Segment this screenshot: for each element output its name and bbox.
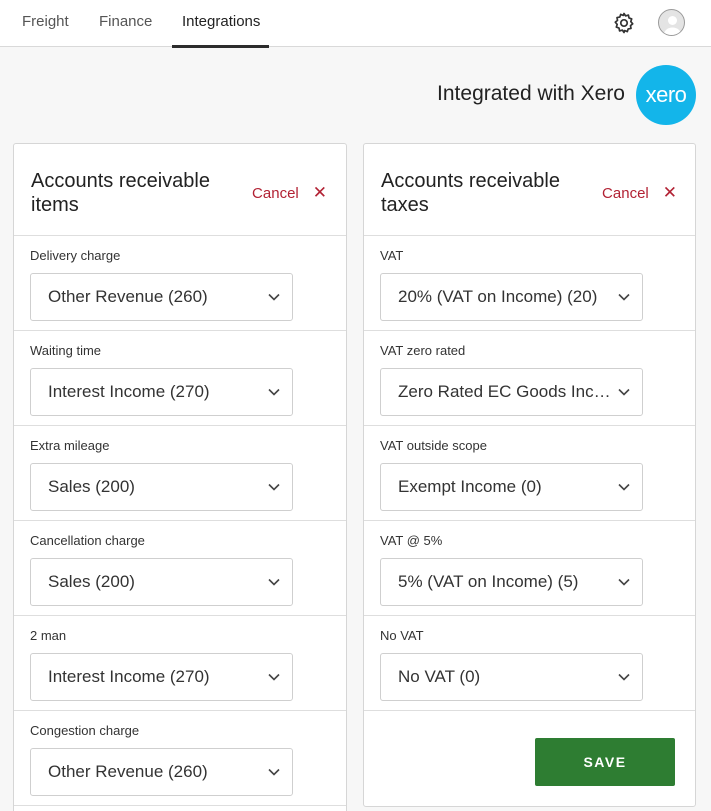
- chevron-down-icon: [268, 293, 280, 301]
- cancel-button[interactable]: Cancel ✕: [602, 183, 677, 203]
- user-icon: [663, 16, 682, 35]
- mapping-row: No VAT No VAT (0): [364, 616, 695, 711]
- row-label: Congestion charge: [30, 723, 140, 738]
- row-label: Extra mileage: [30, 438, 110, 453]
- row-label: VAT outside scope: [380, 438, 487, 453]
- row-label: 2 man: [30, 628, 67, 643]
- mapping-row: VAT outside scope Exempt Income (0): [364, 426, 695, 521]
- account-select[interactable]: No VAT (0): [380, 653, 643, 701]
- account-select[interactable]: Other Revenue (260): [30, 273, 293, 321]
- account-select[interactable]: Zero Rated EC Goods Income (0): [380, 368, 643, 416]
- select-value: No VAT (0): [398, 667, 481, 686]
- chevron-down-icon: [268, 768, 280, 776]
- select-value: Sales (200): [48, 477, 135, 496]
- xero-logo: xero: [636, 65, 696, 125]
- mapping-row: 2 man Interest Income (270): [14, 616, 346, 711]
- panel-title: Accounts receivable taxes: [381, 170, 560, 216]
- select-value: Other Revenue (260): [48, 762, 208, 781]
- account-select[interactable]: Other Revenue (260): [30, 748, 293, 796]
- mapping-row: Extra mileage Sales (200): [14, 426, 346, 521]
- chevron-down-icon: [268, 483, 280, 491]
- tab-integrations[interactable]: Integrations: [171, 0, 270, 48]
- mapping-row: VAT @ 5% 5% (VAT on Income) (5): [364, 521, 695, 616]
- account-select[interactable]: Sales (200): [30, 558, 293, 606]
- chevron-down-icon: [618, 673, 630, 681]
- integration-title: Integrated with Xero: [437, 82, 625, 105]
- mapping-row: Congestion charge Other Revenue (260): [14, 711, 346, 806]
- account-select[interactable]: Exempt Income (0): [380, 463, 643, 511]
- row-label: Waiting time: [30, 343, 102, 358]
- top-nav-bar: Freight Finance Integrations: [0, 0, 711, 48]
- cancel-button[interactable]: Cancel ✕: [252, 183, 327, 203]
- account-select[interactable]: Sales (200): [30, 463, 293, 511]
- xero-logo-text: xero: [645, 82, 687, 107]
- select-value: 20% (VAT on Income) (20): [398, 287, 598, 306]
- accounts-receivable-items-panel: Accounts receivable items Cancel ✕ Delive…: [13, 143, 347, 811]
- mapping-row: Delivery charge Other Revenue (260): [14, 236, 346, 331]
- account-select[interactable]: Interest Income (270): [30, 653, 293, 701]
- row-label: Delivery charge: [30, 248, 121, 263]
- cancel-label: Cancel: [252, 185, 299, 202]
- user-avatar[interactable]: [658, 9, 685, 36]
- mapping-row: Waiting time Interest Income (270): [14, 331, 346, 426]
- accounts-receivable-taxes-panel: Accounts receivable taxes Cancel ✕ VAT 20…: [363, 143, 696, 807]
- select-value: Interest Income (270): [48, 382, 210, 401]
- row-label: VAT @ 5%: [380, 533, 443, 548]
- panel-header: Accounts receivable items Cancel ✕: [14, 144, 346, 236]
- chevron-down-icon: [268, 578, 280, 586]
- chevron-down-icon: [618, 293, 630, 301]
- chevron-down-icon: [618, 578, 630, 586]
- close-icon: ✕: [662, 183, 677, 202]
- cancel-label: Cancel: [602, 185, 649, 202]
- tab-finance[interactable]: Finance: [99, 0, 152, 47]
- chevron-down-icon: [268, 388, 280, 396]
- panel-header: Accounts receivable taxes Cancel ✕: [364, 144, 695, 236]
- chevron-down-icon: [618, 388, 630, 396]
- account-select[interactable]: 5% (VAT on Income) (5): [380, 558, 643, 606]
- select-value: 5% (VAT on Income) (5): [398, 572, 579, 591]
- gear-icon[interactable]: [612, 11, 636, 35]
- row-label: VAT zero rated: [380, 343, 466, 358]
- account-select[interactable]: 20% (VAT on Income) (20): [380, 273, 643, 321]
- account-select[interactable]: Interest Income (270): [30, 368, 293, 416]
- select-value: Other Revenue (260): [48, 287, 208, 306]
- row-label: VAT: [380, 248, 404, 263]
- select-value: Interest Income (270): [48, 667, 210, 686]
- select-value: Exempt Income (0): [398, 477, 542, 496]
- mapping-row: Cancellation charge Sales (200): [14, 521, 346, 616]
- tab-freight[interactable]: Freight: [22, 0, 69, 47]
- close-icon: ✕: [312, 183, 327, 202]
- save-button[interactable]: SAVE: [535, 738, 675, 786]
- select-value: Sales (200): [48, 572, 135, 591]
- row-label: Cancellation charge: [30, 533, 145, 548]
- mapping-row: VAT 20% (VAT on Income) (20): [364, 236, 695, 331]
- select-value: Zero Rated EC Goods Income (0): [398, 382, 613, 401]
- chevron-down-icon: [618, 483, 630, 491]
- panel-title: Accounts receivable items: [31, 170, 210, 216]
- mapping-row: VAT zero rated Zero Rated EC Goods Incom…: [364, 331, 695, 426]
- chevron-down-icon: [268, 673, 280, 681]
- row-label: No VAT: [380, 628, 424, 643]
